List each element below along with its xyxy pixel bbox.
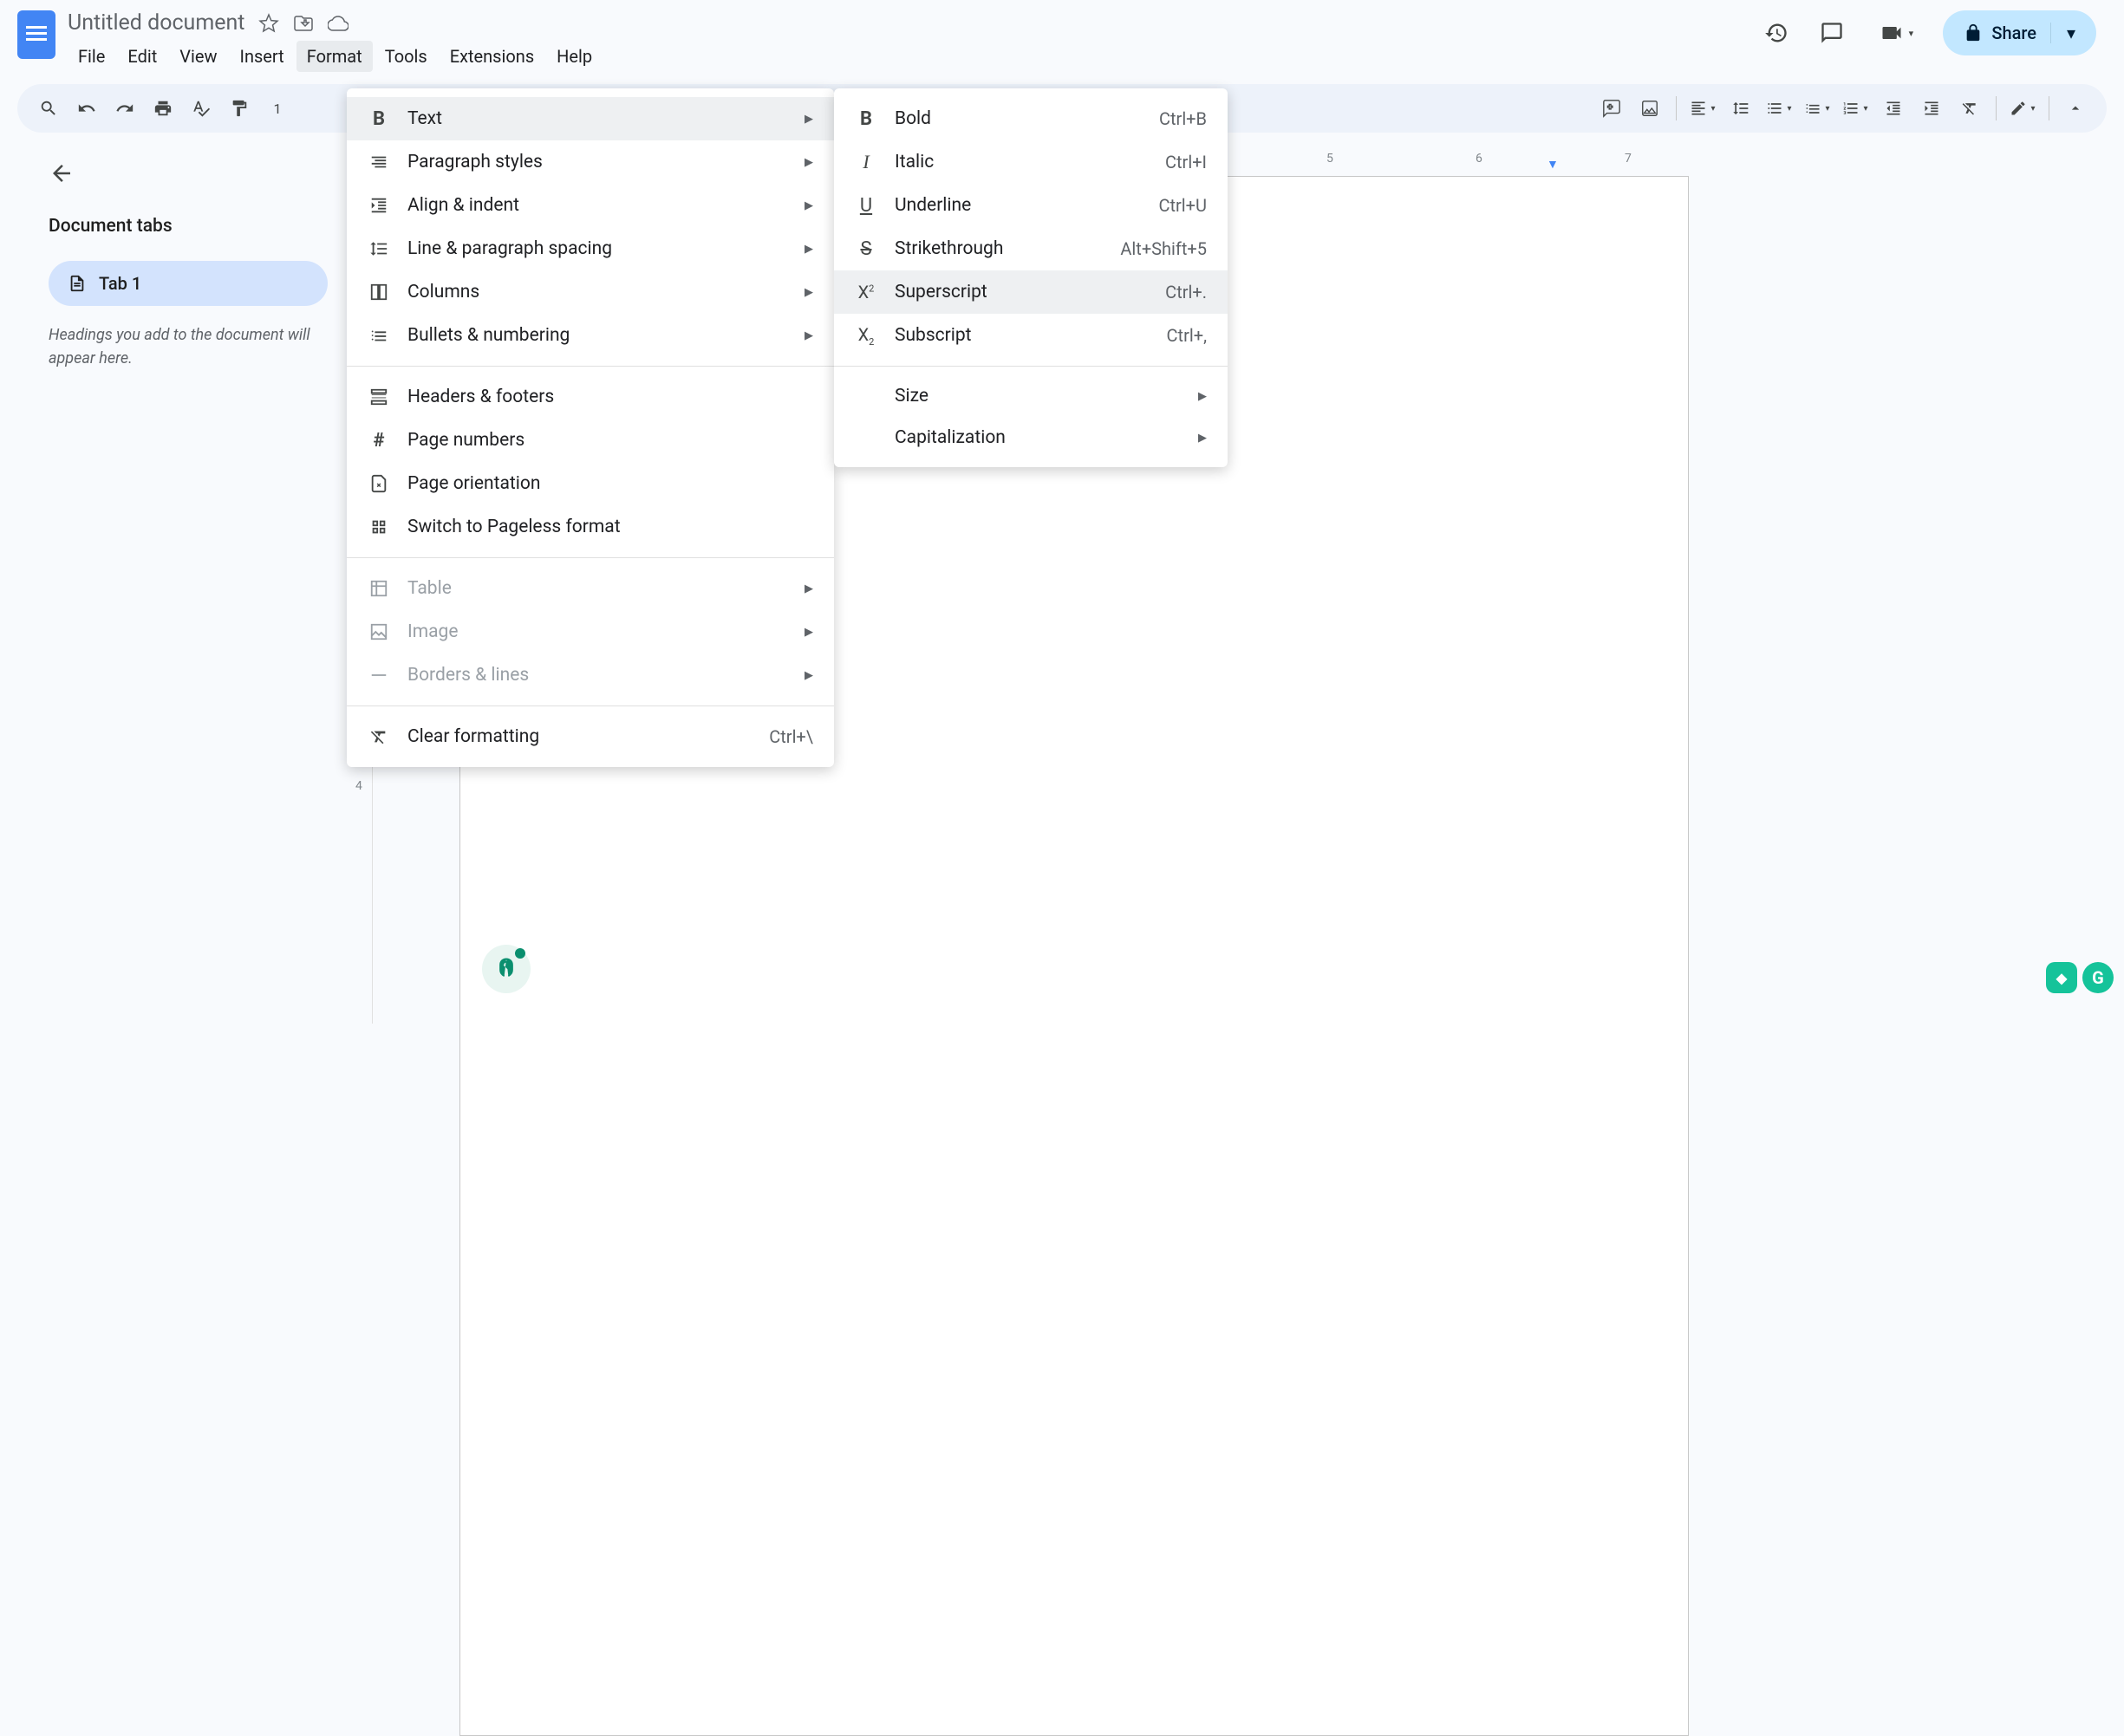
numbered-list-icon[interactable] xyxy=(1838,91,1873,126)
subscript-icon: X2 xyxy=(855,324,877,347)
align-icon[interactable] xyxy=(1685,91,1720,126)
format-dropdown: B Text ▶ Paragraph styles ▶ Align & inde… xyxy=(347,88,834,767)
print-icon[interactable] xyxy=(146,91,180,126)
menu-edit[interactable]: Edit xyxy=(117,41,167,72)
format-borders-lines: Borders & lines ▶ xyxy=(347,653,834,697)
format-align-indent[interactable]: Align & indent ▶ xyxy=(347,184,834,227)
superscript-icon: X2 xyxy=(855,281,877,303)
checklist-icon[interactable] xyxy=(1762,91,1796,126)
bold-icon: B xyxy=(368,107,390,130)
format-text[interactable]: B Text ▶ xyxy=(347,97,834,140)
extension-badge-1[interactable]: ◆ xyxy=(2046,962,2077,993)
star-icon[interactable] xyxy=(258,13,279,34)
history-icon[interactable] xyxy=(1759,16,1794,50)
menu-view[interactable]: View xyxy=(169,41,227,72)
format-clear-formatting[interactable]: Clear formatting Ctrl+\ xyxy=(347,715,834,758)
docs-app-icon[interactable] xyxy=(17,10,55,59)
text-superscript[interactable]: X2 Superscript Ctrl+. xyxy=(834,270,1228,314)
clear-icon xyxy=(368,725,390,748)
menu-help[interactable]: Help xyxy=(546,41,603,72)
extension-badge-2[interactable]: G xyxy=(2082,962,2114,993)
strikethrough-icon: S xyxy=(855,237,877,260)
format-pageless[interactable]: Switch to Pageless format xyxy=(347,505,834,549)
text-size[interactable]: Size ▶ xyxy=(834,375,1228,417)
comment-icon[interactable] xyxy=(1815,16,1849,50)
zoom-value[interactable]: 1 xyxy=(260,91,295,126)
format-table: Table ▶ xyxy=(347,567,834,610)
decrease-indent-icon[interactable] xyxy=(1876,91,1911,126)
pageless-icon xyxy=(368,516,390,538)
sidebar-title: Document tabs xyxy=(49,216,328,237)
tab-item-tab1[interactable]: Tab 1 xyxy=(49,261,328,306)
undo-icon[interactable] xyxy=(69,91,104,126)
underline-icon: U xyxy=(855,194,877,217)
doc-title[interactable]: Untitled document xyxy=(68,10,244,36)
right-indent-marker[interactable]: ▼ xyxy=(1547,157,1559,172)
cloud-status-icon[interactable] xyxy=(328,13,349,34)
add-comment-icon[interactable] xyxy=(1594,91,1629,126)
format-page-numbers[interactable]: # Page numbers xyxy=(347,419,834,462)
document-icon xyxy=(68,274,87,293)
menu-insert[interactable]: Insert xyxy=(230,41,295,72)
paint-format-icon[interactable] xyxy=(222,91,257,126)
format-headers-footers[interactable]: Headers & footers xyxy=(347,375,834,419)
line-spacing-icon[interactable] xyxy=(1723,91,1758,126)
tab-label: Tab 1 xyxy=(99,273,141,294)
search-icon[interactable] xyxy=(31,91,66,126)
header-footer-icon xyxy=(368,386,390,408)
menu-extensions[interactable]: Extensions xyxy=(440,41,544,72)
meet-icon[interactable]: ▾ xyxy=(1870,16,1922,50)
move-folder-icon[interactable] xyxy=(293,13,314,34)
menu-file[interactable]: File xyxy=(68,41,115,72)
text-submenu: B Bold Ctrl+B I Italic Ctrl+I U Underlin… xyxy=(834,88,1228,467)
fingerprint-icon[interactable] xyxy=(482,945,531,993)
text-bold[interactable]: B Bold Ctrl+B xyxy=(834,97,1228,140)
bullet-list-icon[interactable] xyxy=(1800,91,1834,126)
redo-icon[interactable] xyxy=(108,91,142,126)
columns-icon xyxy=(368,281,390,303)
list-icon xyxy=(368,324,390,347)
format-paragraph-styles[interactable]: Paragraph styles ▶ xyxy=(347,140,834,184)
line-icon xyxy=(368,664,390,686)
table-icon xyxy=(368,577,390,600)
hash-icon: # xyxy=(368,429,390,452)
insert-image-icon[interactable] xyxy=(1632,91,1667,126)
back-icon[interactable] xyxy=(49,160,328,190)
edit-mode-icon[interactable] xyxy=(2005,91,2040,126)
clear-format-icon[interactable] xyxy=(1952,91,1987,126)
text-italic[interactable]: I Italic Ctrl+I xyxy=(834,140,1228,184)
format-image: Image ▶ xyxy=(347,610,834,653)
bold-icon: B xyxy=(855,107,877,130)
text-subscript[interactable]: X2 Subscript Ctrl+, xyxy=(834,314,1228,357)
sidebar-hint: Headings you add to the document will ap… xyxy=(49,323,328,370)
format-line-spacing[interactable]: Line & paragraph spacing ▶ xyxy=(347,227,834,270)
indent-icon xyxy=(368,194,390,217)
italic-icon: I xyxy=(855,151,877,173)
paragraph-icon xyxy=(368,151,390,173)
spellcheck-icon[interactable] xyxy=(184,91,218,126)
text-strikethrough[interactable]: S Strikethrough Alt+Shift+5 xyxy=(834,227,1228,270)
increase-indent-icon[interactable] xyxy=(1914,91,1949,126)
collapse-icon[interactable] xyxy=(2058,91,2093,126)
menu-tools[interactable]: Tools xyxy=(375,41,438,72)
text-capitalization[interactable]: Capitalization ▶ xyxy=(834,417,1228,458)
share-label: Share xyxy=(1991,23,2036,43)
share-button[interactable]: Share ▾ xyxy=(1943,10,2096,55)
menu-format[interactable]: Format xyxy=(296,41,373,72)
spacing-icon xyxy=(368,237,390,260)
format-page-orientation[interactable]: Page orientation xyxy=(347,462,834,505)
format-bullets-numbering[interactable]: Bullets & numbering ▶ xyxy=(347,314,834,357)
text-underline[interactable]: U Underline Ctrl+U xyxy=(834,184,1228,227)
orientation-icon xyxy=(368,472,390,495)
image-icon xyxy=(368,621,390,643)
format-columns[interactable]: Columns ▶ xyxy=(347,270,834,314)
